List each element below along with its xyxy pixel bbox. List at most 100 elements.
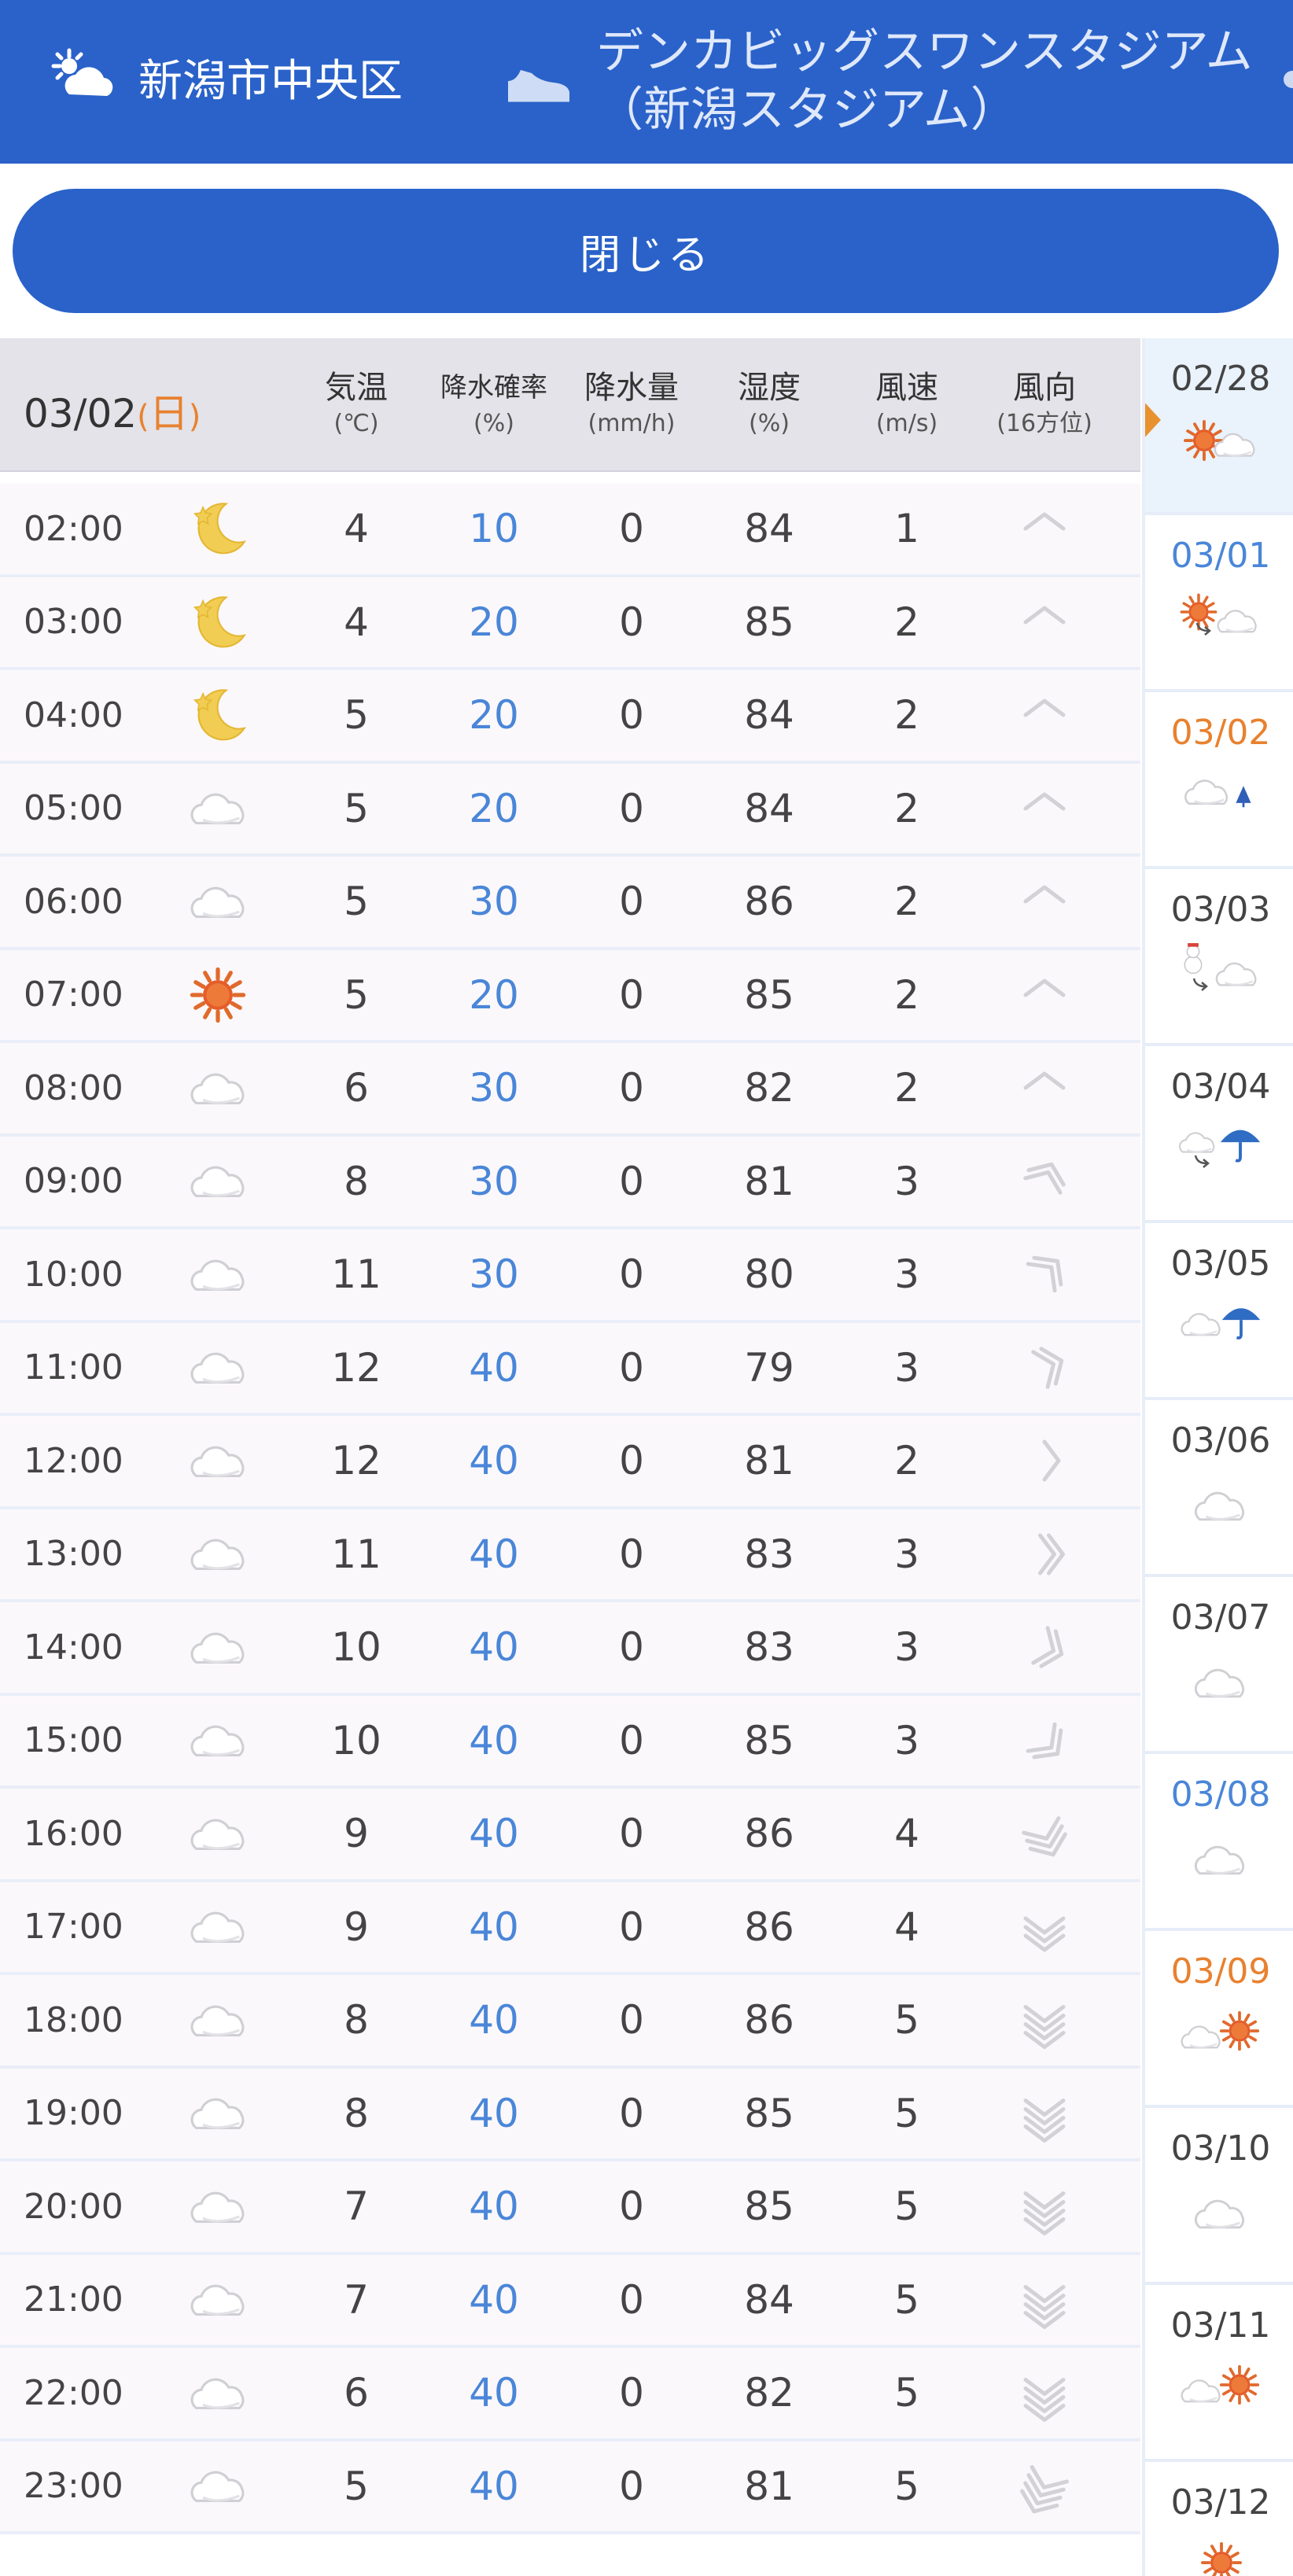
day-item[interactable]: 03/03: [1145, 869, 1293, 1046]
row-precip-probability: 20: [469, 971, 519, 1018]
weather-moon-icon: [175, 577, 261, 667]
location-tab-niigata[interactable]: 新潟市中央区: [46, 39, 403, 115]
row-precip-amount: 0: [619, 785, 644, 831]
weather-sun-icon: [175, 950, 261, 1040]
row-time: 21:00: [24, 2279, 123, 2320]
row-time: 13:00: [24, 1534, 123, 1574]
wind-direction-icon: [978, 2161, 1111, 2251]
row-humidity: 85: [744, 1717, 794, 1763]
row-temperature: 11: [331, 1251, 381, 1297]
row-precip-amount: 0: [619, 2090, 644, 2136]
wind-direction-icon: [978, 1975, 1111, 2065]
row-precip-amount: 0: [619, 1438, 644, 1483]
day-date: 03/05: [1170, 1244, 1271, 1284]
wind-direction-icon: [978, 1602, 1111, 1692]
day-item[interactable]: 03/02: [1145, 692, 1293, 869]
row-precip-amount: 0: [619, 1531, 644, 1577]
day-item[interactable]: 03/05: [1145, 1223, 1293, 1400]
row-precip-probability: 40: [469, 2370, 519, 2416]
table-row: 03:00 4 20 0 85 2: [0, 577, 1140, 670]
col-label: 降水確率: [440, 372, 547, 404]
day-item[interactable]: 03/01: [1145, 515, 1293, 692]
row-time: 16:00: [24, 1813, 123, 1854]
row-humidity: 83: [744, 1624, 794, 1670]
wind-direction-icon: [978, 1323, 1111, 1413]
selected-date-dow: 日: [149, 391, 189, 437]
wind-direction-icon: [978, 950, 1111, 1040]
table-row: 07:00 5 20 0 85 2: [0, 949, 1140, 1043]
table-body: 02:00 4 10 0 84 1 03:00 4 20 0 85 2 04:0…: [0, 484, 1140, 2534]
day-item[interactable]: 03/12: [1145, 2462, 1293, 2576]
row-time: 07:00: [24, 975, 123, 1015]
row-wind-speed: 2: [894, 971, 919, 1018]
row-precip-probability: 40: [469, 2276, 519, 2323]
weather-cloud-icon: [175, 857, 261, 946]
row-temperature: 5: [344, 2463, 369, 2509]
weather-cloud-icon: [175, 2441, 261, 2531]
location-tab-bar: 新潟市中央区 デンカビッグスワンスタジアム（新潟スタジアム）: [0, 0, 1293, 164]
close-button[interactable]: 閉じる: [13, 189, 1279, 313]
weather-cloud-icon: [175, 1137, 261, 1226]
row-temperature: 6: [344, 1065, 369, 1111]
row-temperature: 8: [344, 2090, 369, 2136]
day-item[interactable]: 03/07: [1145, 1577, 1293, 1754]
selected-pointer-icon: [1145, 400, 1161, 440]
weather-cloud-icon: [175, 1602, 261, 1692]
row-wind-speed: 5: [894, 2463, 919, 2509]
day-item[interactable]: 03/11: [1145, 2285, 1293, 2462]
row-wind-speed: 3: [894, 1717, 919, 1763]
row-temperature: 5: [344, 785, 369, 831]
col-unit: (16方位): [996, 410, 1092, 437]
table-row: 15:00 10 40 0 85 3: [0, 1695, 1140, 1789]
day-date: 03/06: [1170, 1421, 1271, 1461]
day-date: 03/08: [1170, 1774, 1271, 1815]
row-temperature: 7: [344, 2184, 369, 2229]
weather-cloud-icon: [175, 1975, 261, 2065]
col-label: 風速: [875, 370, 938, 406]
weather-cloud-icon: [175, 2161, 261, 2251]
day-item[interactable]: 03/04: [1145, 1046, 1293, 1223]
wind-direction-icon: [978, 670, 1111, 760]
table-row: 13:00 11 40 0 83 3: [0, 1509, 1140, 1602]
row-temperature: 7: [344, 2276, 369, 2323]
row-time: 02:00: [24, 508, 123, 549]
row-time: 03:00: [24, 602, 123, 642]
location-label: 新潟市中央区: [138, 55, 403, 107]
wind-direction-icon: [978, 1416, 1111, 1505]
row-wind-speed: 5: [894, 2276, 919, 2323]
row-precip-amount: 0: [619, 2276, 644, 2323]
day-item[interactable]: 03/06: [1145, 1400, 1293, 1577]
location-tab-stadium[interactable]: デンカビッグスワンスタジアム（新潟スタジアム）: [505, 14, 1293, 148]
row-temperature: 12: [331, 1438, 381, 1483]
day-weather-cloud-sun-icon: [1145, 2003, 1293, 2067]
row-humidity: 85: [744, 599, 794, 645]
row-precip-probability: 20: [469, 692, 519, 738]
day-item[interactable]: 03/08: [1145, 1754, 1293, 1931]
table-row: 02:00 4 10 0 84 1: [0, 484, 1140, 577]
row-precip-amount: 0: [619, 1717, 644, 1763]
row-humidity: 85: [744, 2184, 794, 2229]
row-wind-speed: 1: [894, 506, 919, 551]
row-precip-probability: 40: [469, 2090, 519, 2136]
weather-cloud-icon: [175, 1229, 261, 1319]
weather-cloud-icon: [175, 1509, 261, 1599]
row-humidity: 80: [744, 1251, 794, 1297]
row-temperature: 8: [344, 1158, 369, 1204]
row-precip-probability: 20: [469, 599, 519, 645]
row-time: 14:00: [24, 1627, 123, 1668]
wind-direction-icon: [978, 2069, 1111, 2158]
day-item[interactable]: 03/10: [1145, 2108, 1293, 2285]
day-date: 03/04: [1170, 1067, 1271, 1107]
row-humidity: 86: [744, 1811, 794, 1856]
col-unit: (%): [473, 410, 514, 437]
wind-direction-icon: [978, 764, 1111, 853]
row-humidity: 85: [744, 2090, 794, 2136]
row-humidity: 85: [744, 971, 794, 1018]
day-item[interactable]: 02/28: [1145, 338, 1293, 515]
row-precip-probability: 40: [469, 2463, 519, 2509]
row-precip-amount: 0: [619, 1158, 644, 1204]
table-row: 10:00 11 30 0 80 3: [0, 1229, 1140, 1323]
row-time: 20:00: [24, 2186, 123, 2227]
day-item[interactable]: 03/09: [1145, 1931, 1293, 2108]
col-temperature: 気温 (℃): [289, 368, 423, 440]
